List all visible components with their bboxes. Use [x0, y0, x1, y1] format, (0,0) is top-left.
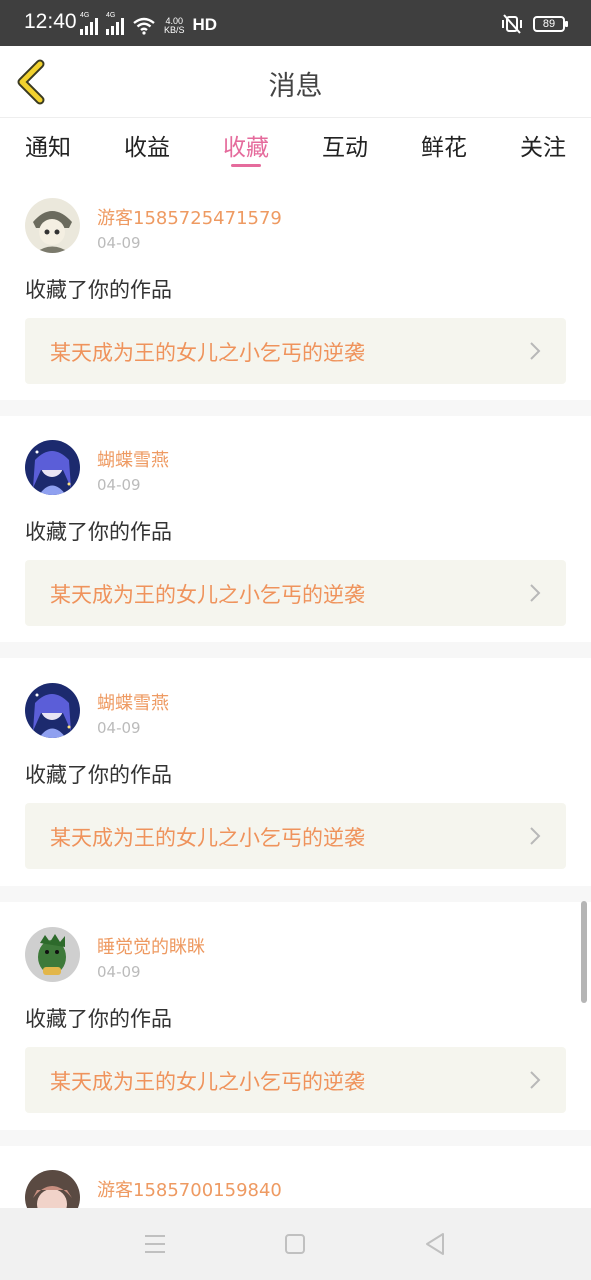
chevron-right-icon	[530, 342, 541, 360]
chevron-right-icon	[530, 584, 541, 602]
battery-icon: 89	[533, 16, 568, 32]
chevron-right-icon	[530, 827, 541, 845]
work-link[interactable]: 某天成为王的女儿之小乞丐的逆袭	[25, 318, 566, 384]
username[interactable]: 睡觉觉的眯眯	[97, 933, 205, 959]
tab-earnings[interactable]: 收益	[107, 128, 187, 162]
avatar[interactable]	[25, 440, 80, 495]
avatar[interactable]	[25, 1170, 80, 1208]
work-title: 某天成为王的女儿之小乞丐的逆袭	[50, 826, 365, 850]
username[interactable]: 蝴蝶雪燕	[97, 446, 169, 472]
wifi-icon	[133, 17, 155, 35]
page-title: 消息	[268, 71, 323, 102]
tab-interactions[interactable]: 互动	[305, 128, 385, 162]
network-speed-unit: KB/S	[164, 25, 185, 35]
message-date: 04-09	[97, 476, 141, 494]
scrollbar[interactable]	[581, 901, 587, 1003]
chevron-right-icon	[530, 1071, 541, 1089]
status-right: 89	[501, 14, 568, 34]
username[interactable]: 游客1585700159840	[97, 1176, 282, 1202]
work-title: 某天成为王的女儿之小乞丐的逆袭	[50, 1070, 365, 1094]
username[interactable]: 游客1585725471579	[97, 204, 282, 230]
work-link[interactable]: 某天成为王的女儿之小乞丐的逆袭	[25, 1047, 566, 1113]
work-link[interactable]: 某天成为王的女儿之小乞丐的逆袭	[25, 560, 566, 626]
action-text: 收藏了你的作品	[25, 1007, 172, 1031]
list-item: 游客1585725471579 04-09 收藏了你的作品 某天成为王的女儿之小…	[0, 174, 591, 402]
tab-notifications[interactable]: 通知	[8, 128, 88, 162]
network-speed: 4.00 KB/S	[164, 17, 185, 35]
network-type-2: 4G	[106, 12, 116, 19]
work-link[interactable]: 某天成为王的女儿之小乞丐的逆袭	[25, 803, 566, 869]
square-home-icon[interactable]	[280, 1230, 310, 1258]
signal-icon: 4G	[106, 12, 124, 35]
divider	[0, 400, 591, 416]
active-tab-indicator	[231, 164, 261, 167]
tab-favorites[interactable]: 收藏	[206, 128, 286, 162]
header: 消息	[0, 46, 591, 118]
triangle-back-icon[interactable]	[420, 1230, 450, 1258]
action-text: 收藏了你的作品	[25, 278, 172, 302]
work-title: 某天成为王的女儿之小乞丐的逆袭	[50, 583, 365, 607]
username[interactable]: 蝴蝶雪燕	[97, 689, 169, 715]
list-item: 蝴蝶雪燕 04-09 收藏了你的作品 某天成为王的女儿之小乞丐的逆袭	[0, 659, 591, 887]
status-bar: 12:40 4G 4G 4.00 KB/S HD 89	[0, 0, 591, 46]
avatar[interactable]	[25, 198, 80, 253]
avatar[interactable]	[25, 927, 80, 982]
status-icons: 4G 4G 4.00 KB/S HD	[80, 12, 218, 35]
system-nav-bar	[0, 1208, 591, 1280]
work-title: 某天成为王的女儿之小乞丐的逆袭	[50, 341, 365, 365]
hd-indicator: HD	[192, 15, 218, 34]
tab-following[interactable]: 关注	[503, 128, 583, 162]
divider	[0, 1130, 591, 1146]
avatar[interactable]	[25, 683, 80, 738]
signal-icon: 4G	[80, 12, 98, 35]
list-item: 睡觉觉的眯眯 04-09 收藏了你的作品 某天成为王的女儿之小乞丐的逆袭	[0, 903, 591, 1131]
divider	[0, 886, 591, 902]
menu-icon[interactable]	[140, 1230, 170, 1258]
message-date: 04-09	[97, 719, 141, 737]
message-date: 04-09	[97, 234, 141, 252]
network-type-1: 4G	[80, 12, 90, 19]
status-time: 12:40	[24, 10, 77, 33]
tab-flowers[interactable]: 鲜花	[404, 128, 484, 162]
list-item: 游客1585700159840 04-09	[0, 1146, 591, 1208]
vibrate-mute-icon	[502, 14, 522, 34]
divider	[0, 642, 591, 658]
message-date: 04-09	[97, 963, 141, 981]
tab-bar: 通知 收益 收藏 互动 鲜花 关注	[0, 118, 591, 174]
action-text: 收藏了你的作品	[25, 763, 172, 787]
action-text: 收藏了你的作品	[25, 520, 172, 544]
list-item: 蝴蝶雪燕 04-09 收藏了你的作品 某天成为王的女儿之小乞丐的逆袭	[0, 416, 591, 644]
